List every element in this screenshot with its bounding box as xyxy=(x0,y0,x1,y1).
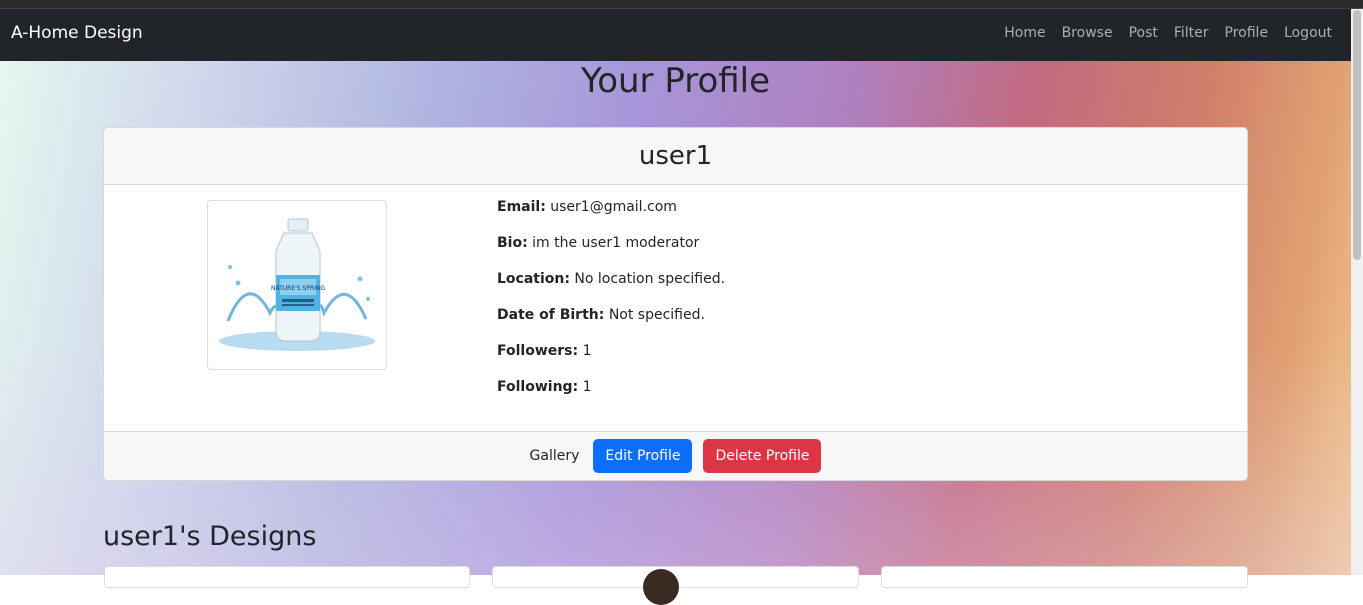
profile-details: Email: user1@gmail.com Bio: im the user1… xyxy=(497,200,725,416)
detail-email: Email: user1@gmail.com xyxy=(497,200,725,236)
profile-card-header: user1 xyxy=(104,128,1247,185)
profile-card: user1 NATURE'S SPRING Email: user1@gmail… xyxy=(103,127,1248,481)
detail-label: Date of Birth: xyxy=(497,307,605,323)
detail-following: Following: 1 xyxy=(497,380,725,416)
detail-label: Following: xyxy=(497,379,579,395)
detail-value: 1 xyxy=(582,343,592,359)
detail-location: Location: No location specified. xyxy=(497,272,725,308)
browser-top-strip xyxy=(0,0,1363,9)
design-card[interactable] xyxy=(881,566,1248,588)
nav-post[interactable]: Post xyxy=(1129,25,1158,41)
detail-value: No location specified. xyxy=(574,271,726,287)
detail-label: Location: xyxy=(497,271,570,287)
detail-label: Email: xyxy=(497,199,546,215)
edit-profile-button[interactable]: Edit Profile xyxy=(593,439,693,473)
nav-browse[interactable]: Browse xyxy=(1062,25,1113,41)
page-title: Your Profile xyxy=(580,61,771,101)
designs-heading: user1's Designs xyxy=(103,521,317,552)
bottle-label: NATURE'S SPRING xyxy=(271,285,325,292)
nav-links: Home Browse Post Filter Profile Logout xyxy=(988,25,1332,41)
detail-label: Followers: xyxy=(497,343,579,359)
nav-logout[interactable]: Logout xyxy=(1284,25,1332,41)
nav-home[interactable]: Home xyxy=(1004,25,1045,41)
water-bottle-image-icon: NATURE'S SPRING xyxy=(219,218,375,351)
detail-value: Not specified. xyxy=(608,307,705,323)
nav-profile[interactable]: Profile xyxy=(1225,25,1269,41)
detail-value: 1 xyxy=(582,379,592,395)
detail-value: im the user1 moderator xyxy=(532,235,700,251)
design-card[interactable] xyxy=(104,566,470,588)
profile-username: user1 xyxy=(638,141,713,171)
profile-card-footer: Gallery Edit Profile Delete Profile xyxy=(104,431,1247,480)
design-thumbnail xyxy=(643,569,679,605)
gallery-button[interactable]: Gallery xyxy=(530,448,594,464)
nav-filter[interactable]: Filter xyxy=(1174,25,1209,41)
design-card[interactable] xyxy=(492,566,859,605)
detail-value: user1@gmail.com xyxy=(550,199,677,215)
detail-label: Bio: xyxy=(497,235,528,251)
brand-link[interactable]: A-Home Design xyxy=(11,23,143,43)
detail-followers: Followers: 1 xyxy=(497,344,725,380)
avatar: NATURE'S SPRING xyxy=(207,200,387,370)
detail-dob: Date of Birth: Not specified. xyxy=(497,308,725,344)
scrollbar[interactable] xyxy=(1351,9,1363,575)
navbar: A-Home Design Home Browse Post Filter Pr… xyxy=(0,9,1351,61)
scrollbar-thumb[interactable] xyxy=(1353,10,1361,260)
delete-profile-button[interactable]: Delete Profile xyxy=(703,439,822,473)
detail-bio: Bio: im the user1 moderator xyxy=(497,236,725,272)
